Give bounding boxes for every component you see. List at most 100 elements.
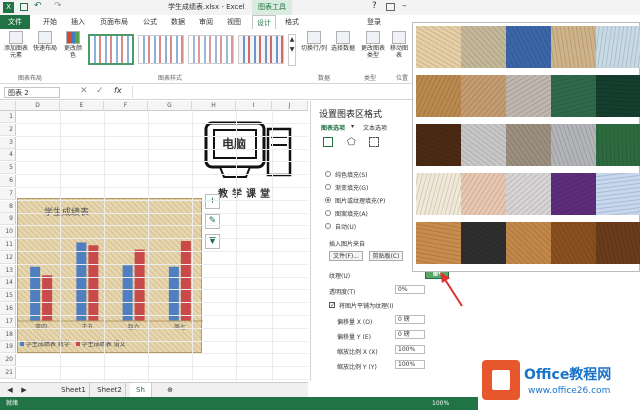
tab-design[interactable]: 设计 <box>252 15 276 29</box>
tab-insert[interactable]: 插入 <box>66 15 90 29</box>
chart-area[interactable]: 学生成绩表 李四王五赵六周七 学生成绩表 数学 学生成绩表 语文 <box>17 198 203 353</box>
chart-style-3[interactable] <box>188 35 234 64</box>
radio-automatic[interactable] <box>325 223 331 229</box>
redo-icon[interactable]: ↷ <box>54 1 62 11</box>
texture-swatch[interactable] <box>596 26 640 68</box>
tab-review[interactable]: 审阅 <box>194 15 218 29</box>
column-header[interactable]: G <box>148 101 192 111</box>
confirm-icon[interactable]: ✓ <box>96 86 104 96</box>
row-header[interactable]: 8 <box>0 200 16 213</box>
texture-swatch[interactable] <box>416 222 461 264</box>
tab-file[interactable]: 文件 <box>0 15 30 29</box>
bar-chinese[interactable] <box>134 249 145 321</box>
sheet-nav-next-icon[interactable]: ▶ <box>18 383 30 397</box>
chart-style-1[interactable] <box>88 34 134 65</box>
tab-view[interactable]: 视图 <box>222 15 246 29</box>
texture-swatch[interactable] <box>596 173 640 215</box>
texture-swatch[interactable] <box>506 173 551 215</box>
texture-swatch[interactable] <box>416 124 461 166</box>
bar-math[interactable] <box>168 266 179 321</box>
column-header[interactable]: D <box>16 101 60 111</box>
radio-gradient-fill[interactable] <box>325 184 331 190</box>
row-header[interactable]: 1 <box>0 111 16 123</box>
column-header[interactable]: J <box>272 101 308 111</box>
row-header[interactable]: 16 <box>0 303 16 315</box>
row-header[interactable]: 11 <box>0 239 16 251</box>
row-header[interactable]: 9 <box>0 213 16 226</box>
change-chart-type-button[interactable]: 更改图表类型 <box>360 31 386 59</box>
column-header[interactable]: I <box>236 101 272 111</box>
texture-swatch[interactable] <box>416 173 461 215</box>
offset-y-input[interactable]: 0 磅 <box>395 330 425 339</box>
radio-picture-texture-fill[interactable] <box>325 197 331 203</box>
offset-x-input[interactable]: 0 磅 <box>395 315 425 324</box>
tab-home[interactable]: 开始 <box>38 15 62 29</box>
row-header[interactable]: 12 <box>0 251 16 264</box>
row-header[interactable]: 13 <box>0 264 16 277</box>
move-chart-button[interactable]: 移动图表 <box>388 31 410 59</box>
bar-chinese[interactable] <box>88 245 99 321</box>
cancel-icon[interactable]: ✕ <box>80 86 88 96</box>
row-header[interactable]: 18 <box>0 328 16 341</box>
texture-swatch[interactable] <box>506 222 551 264</box>
save-icon[interactable] <box>20 3 28 11</box>
bar-math[interactable] <box>30 266 41 321</box>
chart-styles-gallery[interactable] <box>88 34 286 66</box>
row-header[interactable]: 7 <box>0 187 16 200</box>
texture-swatch[interactable] <box>506 75 551 117</box>
column-header[interactable]: H <box>192 101 236 111</box>
sheet-tab-3[interactable]: Sh <box>130 383 152 397</box>
ribbon-display-icon[interactable] <box>386 3 395 11</box>
texture-swatch[interactable] <box>596 222 640 264</box>
texture-swatch[interactable] <box>596 75 640 117</box>
texture-swatch[interactable] <box>461 124 506 166</box>
zoom-level[interactable]: 100% <box>432 397 449 410</box>
undo-icon[interactable]: ↶ <box>34 1 42 11</box>
tab-formulas[interactable]: 公式 <box>138 15 162 29</box>
file-button[interactable]: 文件(F)... <box>329 251 363 261</box>
row-header[interactable]: 5 <box>0 162 16 175</box>
texture-swatch[interactable] <box>506 26 551 68</box>
row-header[interactable]: 4 <box>0 149 16 162</box>
texture-swatch[interactable] <box>551 26 596 68</box>
row-header[interactable]: 19 <box>0 341 16 354</box>
bar-chinese[interactable] <box>180 241 191 321</box>
row-header[interactable]: 3 <box>0 136 16 149</box>
column-header[interactable]: F <box>104 101 148 111</box>
row-header[interactable]: 15 <box>0 290 16 303</box>
select-all-corner[interactable] <box>0 101 16 111</box>
login-link[interactable]: 登录 <box>364 15 384 29</box>
sheet-tab-1[interactable]: Sheet1 <box>58 383 90 397</box>
chart-style-2[interactable] <box>138 35 184 64</box>
chart-style-4[interactable] <box>238 35 284 64</box>
add-chart-element-button[interactable]: 添加图表元素 <box>2 31 30 59</box>
bar-math[interactable] <box>76 242 87 321</box>
tab-format[interactable]: 格式 <box>280 15 304 29</box>
texture-swatch[interactable] <box>461 26 506 68</box>
row-header[interactable]: 21 <box>0 367 16 379</box>
row-header[interactable]: 14 <box>0 277 16 290</box>
change-colors-button[interactable]: 更改颜色 <box>62 31 84 59</box>
tile-checkbox[interactable]: ✓ <box>329 302 335 309</box>
quick-layout-button[interactable]: 快速布局 <box>32 31 58 52</box>
texture-swatch[interactable] <box>551 124 596 166</box>
formula-input[interactable] <box>132 86 308 98</box>
row-header[interactable]: 17 <box>0 315 16 328</box>
select-data-button[interactable]: 选择数据 <box>330 31 356 52</box>
column-header[interactable]: E <box>60 101 104 111</box>
sheet-tab-2[interactable]: Sheet2 <box>94 383 126 397</box>
gallery-scroll[interactable]: ▲ ▼ <box>288 34 296 66</box>
texture-swatch[interactable] <box>416 75 461 117</box>
texture-swatch[interactable] <box>596 124 640 166</box>
help-icon[interactable]: ? <box>372 1 377 11</box>
bar-math[interactable] <box>122 265 133 321</box>
row-header[interactable]: 10 <box>0 226 16 239</box>
chart-elements-icon[interactable]: + <box>205 194 220 209</box>
insert-function-icon[interactable]: fx <box>114 86 122 95</box>
row-header[interactable]: 2 <box>0 123 16 136</box>
minimize-icon[interactable]: – <box>402 1 407 11</box>
tab-data[interactable]: 数据 <box>166 15 190 29</box>
tab-page-layout[interactable]: 页面布局 <box>94 15 134 29</box>
clipboard-button[interactable]: 剪贴板(C) <box>369 251 403 261</box>
scale-x-input[interactable]: 100% <box>395 345 425 354</box>
